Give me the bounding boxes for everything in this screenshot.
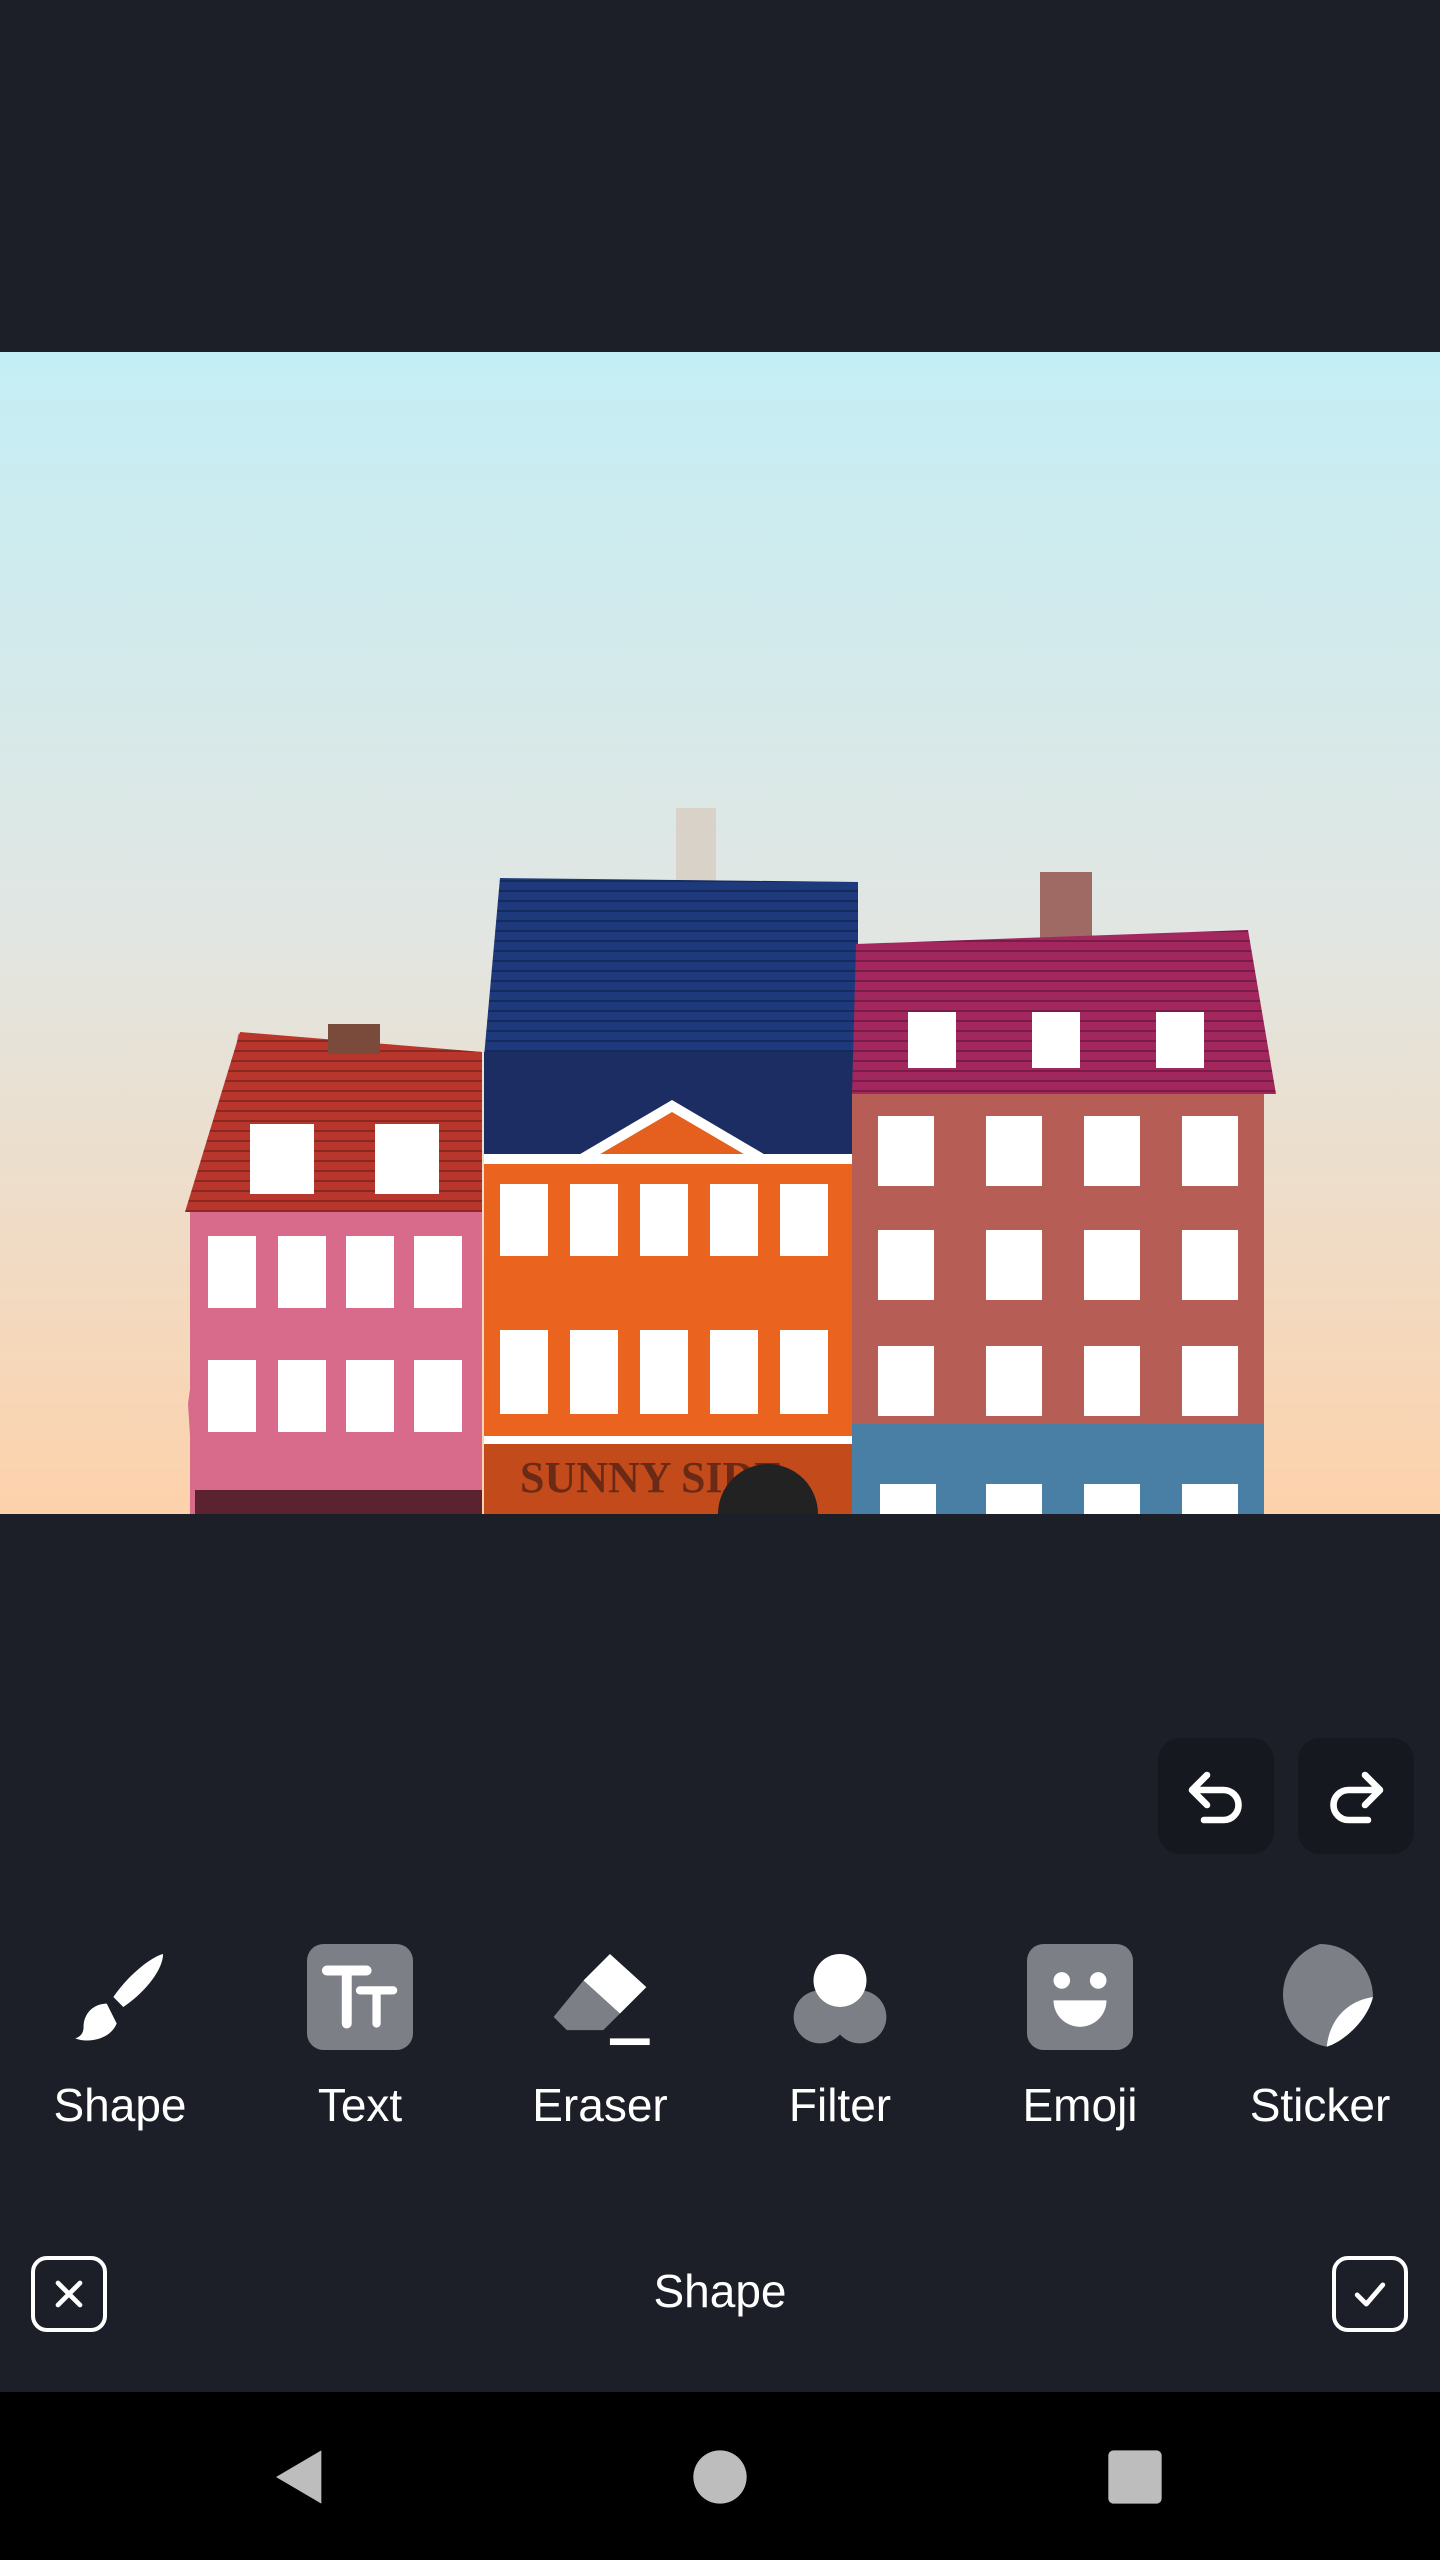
- tool-label: Shape: [53, 2079, 187, 2131]
- sticker-peel-icon: [1283, 1944, 1373, 2047]
- photo-editor-screen: SUNNY SIDE Shape Text Eraser Filter Emoj…: [0, 0, 1440, 2560]
- tool-label: Text: [317, 2079, 403, 2131]
- confirm-button[interactable]: [1332, 2256, 1408, 2332]
- nav-back-button[interactable]: [255, 2432, 345, 2522]
- orange-house: SUNNY SIDE: [484, 808, 858, 1514]
- tool-label: Emoji: [1022, 2079, 1138, 2131]
- paintbrush-icon: [75, 1953, 164, 2041]
- undo-icon: [1188, 1771, 1242, 1824]
- emoji-face-icon: [1027, 1944, 1133, 2050]
- back-triangle-icon: [276, 2450, 322, 2504]
- tool-label: Filter: [788, 2079, 892, 2131]
- tool-bar: Shape Text Eraser Filter Emoji Sticker: [0, 1944, 1440, 2144]
- photo-canvas[interactable]: SUNNY SIDE: [0, 352, 1440, 1514]
- tool-sticker[interactable]: Sticker: [1220, 1944, 1420, 2144]
- home-circle-icon: [693, 2450, 747, 2504]
- redo-icon: [1330, 1771, 1384, 1824]
- pink-house: [185, 1024, 482, 1514]
- tool-label: Eraser: [532, 2079, 668, 2131]
- tool-text[interactable]: Text: [260, 1944, 460, 2144]
- eraser-icon: [553, 1953, 650, 2046]
- action-bar: Shape: [0, 2240, 1440, 2352]
- filter-circles-icon: [793, 1953, 887, 2044]
- undo-button[interactable]: [1158, 1738, 1274, 1854]
- tool-shape[interactable]: Shape: [20, 1944, 220, 2144]
- check-icon: [1354, 2282, 1386, 2307]
- system-nav-bar: [0, 2392, 1440, 2560]
- recents-square-icon: [1108, 2450, 1162, 2504]
- mode-title: Shape: [653, 2265, 787, 2317]
- nav-home-button[interactable]: [675, 2432, 765, 2522]
- redo-button[interactable]: [1298, 1738, 1414, 1854]
- tool-emoji[interactable]: Emoji: [980, 1944, 1180, 2144]
- nav-recents-button[interactable]: [1090, 2432, 1180, 2522]
- brick-house: [852, 872, 1276, 1514]
- tool-label: Sticker: [1249, 2079, 1391, 2131]
- tool-eraser[interactable]: Eraser: [500, 1944, 700, 2144]
- tool-filter[interactable]: Filter: [740, 1944, 940, 2144]
- houses-photo: SUNNY SIDE: [0, 352, 1440, 1514]
- text-tt-icon: [307, 1944, 413, 2050]
